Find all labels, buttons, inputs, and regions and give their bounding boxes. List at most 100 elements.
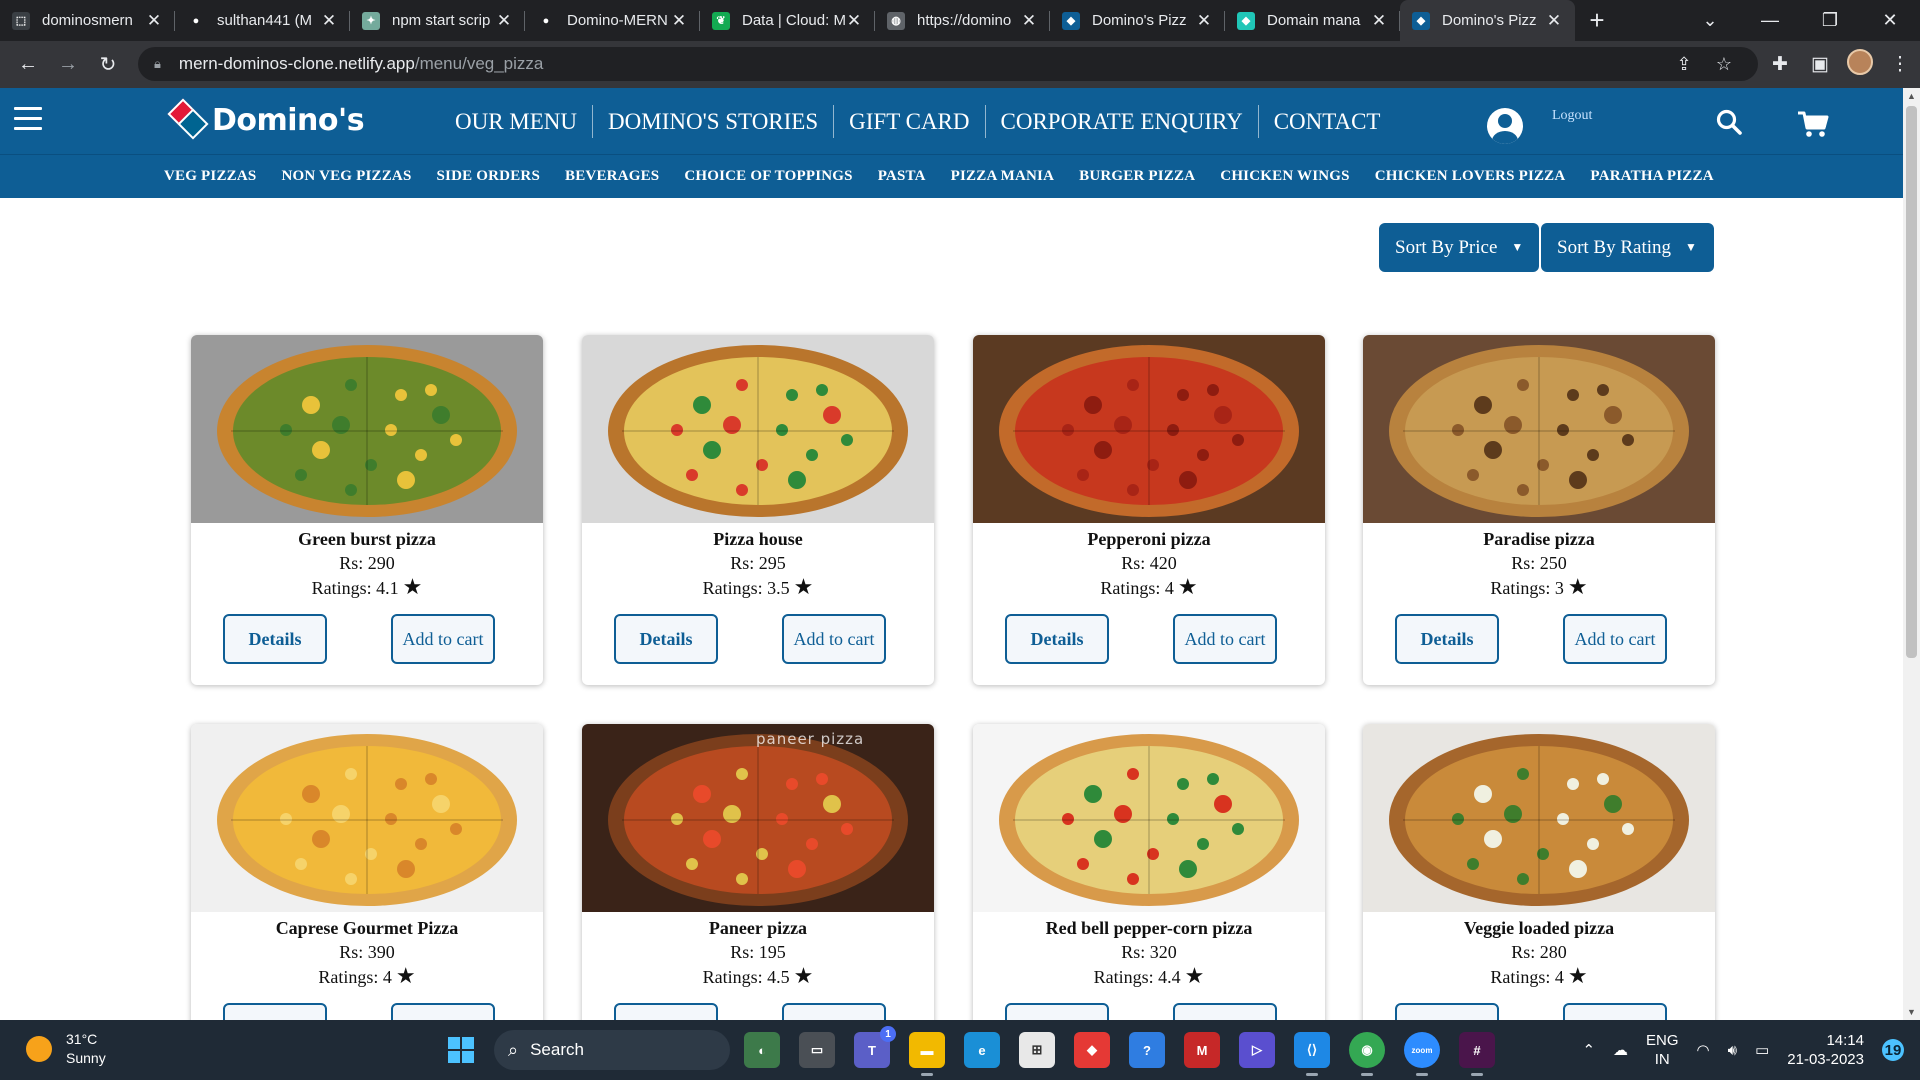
reload-button[interactable]: ↻ <box>88 52 128 77</box>
search-icon[interactable] <box>1715 108 1743 136</box>
close-tab-icon[interactable]: ✕ <box>1545 11 1563 31</box>
close-tab-icon[interactable]: ✕ <box>1195 11 1213 31</box>
pizza-image[interactable] <box>1363 335 1715 523</box>
sort-by-price-dropdown[interactable]: Sort By Price ▼ <box>1379 223 1539 272</box>
category-link[interactable]: CHICKEN LOVERS PIZZA <box>1375 168 1566 185</box>
category-link[interactable]: BURGER PIZZA <box>1079 168 1195 185</box>
browser-tab[interactable]: ✦ npm start scrip ✕ <box>350 0 525 41</box>
address-bar[interactable]: 🔒︎ mern-dominos-clone.netlify.app /menu/… <box>138 47 1758 81</box>
scrollbar-thumb[interactable] <box>1906 106 1917 658</box>
browser-tab[interactable]: ◆ Domino's Pizz ✕ <box>1400 0 1575 41</box>
pizza-image[interactable] <box>1363 724 1715 912</box>
profile-avatar[interactable] <box>1840 48 1880 81</box>
category-link[interactable]: NON VEG PIZZAS <box>281 168 411 185</box>
pizza-image[interactable] <box>582 335 934 523</box>
browser-tab[interactable]: ◆ Domain mana ✕ <box>1225 0 1400 41</box>
browser-tab[interactable]: ◍ https://domino ✕ <box>875 0 1050 41</box>
bookmark-star-icon[interactable]: ☆ <box>1704 54 1744 75</box>
share-icon[interactable]: ⇪ <box>1664 54 1704 75</box>
details-button[interactable]: Details <box>614 614 718 664</box>
hamburger-menu-icon[interactable] <box>14 107 42 131</box>
sort-by-rating-dropdown[interactable]: Sort By Rating ▼ <box>1541 223 1714 272</box>
tab-search-chevron-icon[interactable]: ⌄ <box>1680 10 1740 31</box>
main-menu-item[interactable]: CONTACT <box>1259 105 1396 138</box>
forward-button[interactable]: → <box>48 53 88 76</box>
main-menu-item[interactable]: DOMINO'S STORIES <box>593 105 835 138</box>
category-link[interactable]: VEG PIZZAS <box>164 168 256 185</box>
show-hidden-icons-chevron-icon[interactable]: ⌃ <box>1582 1041 1595 1059</box>
details-button[interactable]: Details <box>1005 614 1109 664</box>
close-window-button[interactable]: ✕ <box>1860 10 1920 31</box>
add-to-cart-button[interactable]: Add to cart <box>391 614 495 664</box>
details-button[interactable]: Details <box>1395 614 1499 664</box>
wifi-icon[interactable]: ◠ <box>1697 1041 1710 1059</box>
clock[interactable]: 14:14 21-03-2023 <box>1787 1031 1864 1069</box>
main-menu-item[interactable]: OUR MENU <box>440 105 594 138</box>
help-app-icon[interactable]: ? <box>1129 1032 1165 1068</box>
add-to-cart-button[interactable]: Add to cart <box>782 614 886 664</box>
pizza-image[interactable] <box>973 724 1325 912</box>
file-explorer-icon[interactable]: ▬ <box>909 1032 945 1076</box>
page-scrollbar[interactable]: ▲ ▼ <box>1903 88 1920 1020</box>
battery-icon[interactable]: ▭ <box>1755 1041 1769 1059</box>
browser-tab[interactable]: ● sulthan441 (M ✕ <box>175 0 350 41</box>
power-automate-icon[interactable]: ▷ <box>1239 1032 1275 1068</box>
category-link[interactable]: SIDE ORDERS <box>437 168 540 185</box>
scroll-up-arrow-icon[interactable]: ▲ <box>1907 91 1916 101</box>
vscode-icon[interactable]: ⟨⟩ <box>1294 1032 1330 1076</box>
close-tab-icon[interactable]: ✕ <box>495 11 513 31</box>
mcafee-icon[interactable]: M <box>1184 1032 1220 1068</box>
category-link[interactable]: CHICKEN WINGS <box>1220 168 1349 185</box>
minimize-button[interactable]: — <box>1740 10 1800 31</box>
microsoft-store-icon[interactable]: ⊞ <box>1019 1032 1055 1068</box>
user-account-icon[interactable] <box>1487 108 1523 144</box>
close-tab-icon[interactable]: ✕ <box>145 11 163 31</box>
pizza-image[interactable] <box>191 335 543 523</box>
edge-browser-icon[interactable]: e <box>964 1032 1000 1068</box>
browser-tab[interactable]: ● Domino-MERN ✕ <box>525 0 700 41</box>
chrome-icon[interactable]: ◉ <box>1349 1032 1385 1076</box>
browser-tab[interactable]: ❦ Data | Cloud: M ✕ <box>700 0 875 41</box>
close-tab-icon[interactable]: ✕ <box>1020 11 1038 31</box>
pizza-image[interactable] <box>191 724 543 912</box>
volume-icon[interactable]: 🔊︎ <box>1728 1042 1737 1059</box>
task-view-icon[interactable]: ▭ <box>799 1032 835 1068</box>
pizza-image[interactable] <box>973 335 1325 523</box>
side-panel-icon[interactable]: ▣ <box>1800 53 1840 76</box>
close-tab-icon[interactable]: ✕ <box>845 11 863 31</box>
category-link[interactable]: PIZZA MANIA <box>951 168 1054 185</box>
notification-badge[interactable]: 19 <box>1882 1039 1904 1061</box>
weather-widget[interactable]: 31°C Sunny <box>26 1030 106 1068</box>
details-button[interactable]: Details <box>223 614 327 664</box>
widgets-app-icon[interactable]: ◐ <box>744 1032 780 1068</box>
office-app-icon[interactable]: ◆ <box>1074 1032 1110 1068</box>
close-tab-icon[interactable]: ✕ <box>320 11 338 31</box>
close-tab-icon[interactable]: ✕ <box>1370 11 1388 31</box>
restore-button[interactable]: ❐ <box>1800 10 1860 31</box>
more-menu-icon[interactable]: ⋮ <box>1880 53 1920 76</box>
main-menu-item[interactable]: CORPORATE ENQUIRY <box>986 105 1259 138</box>
scroll-down-arrow-icon[interactable]: ▼ <box>1907 1007 1916 1017</box>
main-menu-item[interactable]: GIFT CARD <box>834 105 986 138</box>
cart-icon[interactable] <box>1797 110 1829 138</box>
taskbar-search[interactable]: ⌕ Search <box>494 1030 730 1070</box>
new-tab-button[interactable]: + <box>1575 0 1619 41</box>
dominos-logo[interactable]: Domino's <box>167 98 365 140</box>
slack-app-icon[interactable]: # <box>1459 1032 1495 1076</box>
browser-tab[interactable]: ◆ Domino's Pizz ✕ <box>1050 0 1225 41</box>
extensions-puzzle-icon[interactable]: ✚ <box>1760 53 1800 76</box>
windows-start-icon[interactable] <box>448 1037 474 1063</box>
zoom-app-icon[interactable]: zoom <box>1404 1032 1440 1076</box>
category-link[interactable]: CHOICE OF TOPPINGS <box>684 168 852 185</box>
category-link[interactable]: BEVERAGES <box>565 168 659 185</box>
logout-link[interactable]: Logout <box>1552 108 1592 124</box>
category-link[interactable]: PARATHA PIZZA <box>1590 168 1713 185</box>
language-indicator[interactable]: ENG IN <box>1646 1031 1679 1069</box>
close-tab-icon[interactable]: ✕ <box>670 11 688 31</box>
teams-app-icon[interactable]: T1 <box>854 1026 896 1068</box>
onedrive-cloud-icon[interactable]: ☁ <box>1613 1041 1628 1059</box>
browser-tab[interactable]: ⬚ dominosmern ✕ <box>0 0 175 41</box>
pizza-image[interactable]: paneer pizza <box>582 724 934 912</box>
back-button[interactable]: ← <box>8 53 48 76</box>
add-to-cart-button[interactable]: Add to cart <box>1563 614 1667 664</box>
